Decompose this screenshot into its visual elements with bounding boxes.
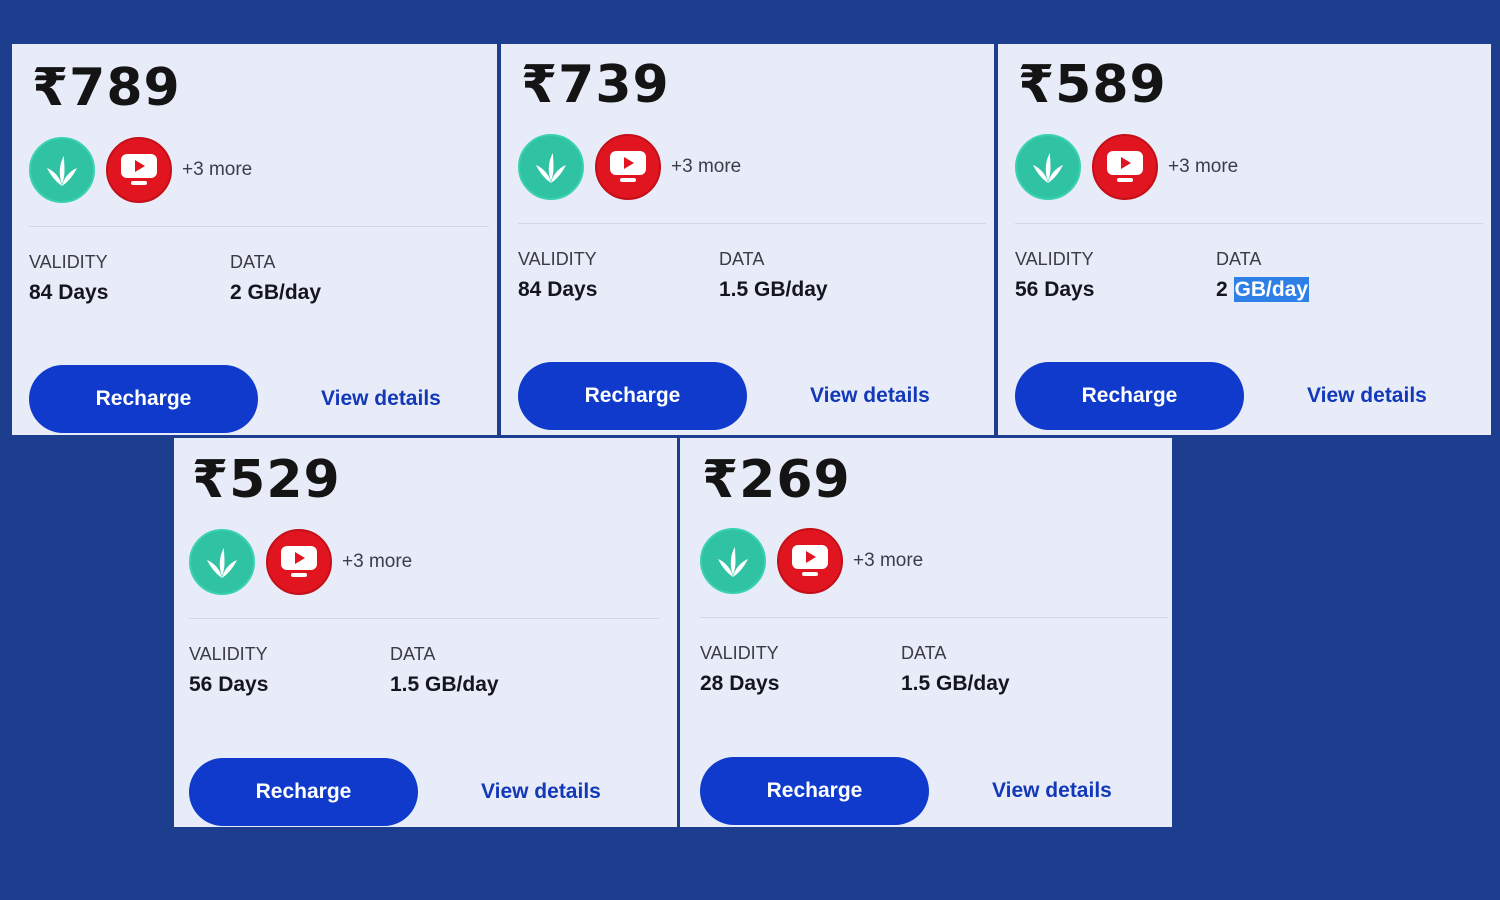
more-benefits-link[interactable]: +3 more xyxy=(671,156,741,178)
validity-value: 56 Days xyxy=(189,673,269,696)
jiosaavn-icon[interactable] xyxy=(189,529,255,595)
app-benefits: +3 more xyxy=(189,528,412,596)
jiosaavn-icon[interactable] xyxy=(1015,134,1081,200)
data-value: 1.5 GB/day xyxy=(390,673,499,696)
divider xyxy=(518,223,986,224)
data-label: DATA xyxy=(719,249,765,269)
plan-card: ₹589 +3 more VALIDITY DATA 56 Days 2 GB/… xyxy=(998,44,1491,435)
validity-label: VALIDITY xyxy=(29,252,108,272)
data-value: 1.5 GB/day xyxy=(719,278,828,301)
plan-price: ₹529 xyxy=(192,450,341,510)
jiosaavn-icon[interactable] xyxy=(29,137,95,203)
plan-price: ₹589 xyxy=(1018,55,1167,115)
plan-card: ₹739 +3 more VALIDITY DATA 84 Days 1.5 G… xyxy=(501,44,994,435)
plan-price: ₹739 xyxy=(521,55,670,115)
jiosaavn-icon[interactable] xyxy=(518,134,584,200)
jiotv-icon[interactable] xyxy=(106,137,172,203)
more-benefits-link[interactable]: +3 more xyxy=(182,159,252,181)
plan-card: ₹789 +3 more VALIDITY DATA 84 Days 2 GB/… xyxy=(12,44,497,435)
validity-value: 84 Days xyxy=(518,278,598,301)
validity-value: 28 Days xyxy=(700,672,780,695)
app-benefits: +3 more xyxy=(700,527,923,595)
jiotv-icon[interactable] xyxy=(1092,134,1158,200)
data-label: DATA xyxy=(1216,249,1262,269)
validity-label: VALIDITY xyxy=(700,643,779,663)
more-benefits-link[interactable]: +3 more xyxy=(342,551,412,573)
view-details-link[interactable]: View details xyxy=(810,379,930,413)
data-value: 2 GB/day xyxy=(1216,277,1310,302)
view-details-link[interactable]: View details xyxy=(481,775,601,809)
view-details-link[interactable]: View details xyxy=(321,382,441,416)
data-value: 2 GB/day xyxy=(230,281,322,304)
plan-card: ₹269 +3 more VALIDITY DATA 28 Days 1.5 G… xyxy=(680,438,1172,827)
jiotv-icon[interactable] xyxy=(777,528,843,594)
plan-price: ₹789 xyxy=(32,58,181,118)
recharge-button[interactable]: Recharge xyxy=(1015,362,1244,430)
view-details-link[interactable]: View details xyxy=(1307,379,1427,413)
more-benefits-link[interactable]: +3 more xyxy=(853,550,923,572)
data-label: DATA xyxy=(230,252,276,272)
jiotv-icon[interactable] xyxy=(266,529,332,595)
divider xyxy=(29,226,489,227)
app-benefits: +3 more xyxy=(518,133,741,201)
data-value: 1.5 GB/day xyxy=(901,672,1010,695)
plan-card: ₹529 +3 more VALIDITY DATA 56 Days 1.5 G… xyxy=(174,438,677,827)
recharge-button[interactable]: Recharge xyxy=(700,757,929,825)
data-label: DATA xyxy=(390,644,436,664)
validity-label: VALIDITY xyxy=(518,249,597,269)
validity-value: 84 Days xyxy=(29,281,109,304)
recharge-button[interactable]: Recharge xyxy=(29,365,258,433)
validity-label: VALIDITY xyxy=(189,644,268,664)
app-benefits: +3 more xyxy=(29,136,252,204)
view-details-link[interactable]: View details xyxy=(992,774,1112,808)
app-benefits: +3 more xyxy=(1015,133,1238,201)
jiosaavn-icon[interactable] xyxy=(700,528,766,594)
validity-value: 56 Days xyxy=(1015,278,1095,301)
recharge-button[interactable]: Recharge xyxy=(189,758,418,826)
data-label: DATA xyxy=(901,643,947,663)
jiotv-icon[interactable] xyxy=(595,134,661,200)
divider xyxy=(700,617,1168,618)
data-value-prefix: 2 xyxy=(1216,278,1234,301)
plan-price: ₹269 xyxy=(702,450,851,510)
divider xyxy=(1015,223,1483,224)
recharge-button[interactable]: Recharge xyxy=(518,362,747,430)
divider xyxy=(189,618,659,619)
selected-text: GB/day xyxy=(1233,277,1310,302)
more-benefits-link[interactable]: +3 more xyxy=(1168,156,1238,178)
validity-label: VALIDITY xyxy=(1015,249,1094,269)
